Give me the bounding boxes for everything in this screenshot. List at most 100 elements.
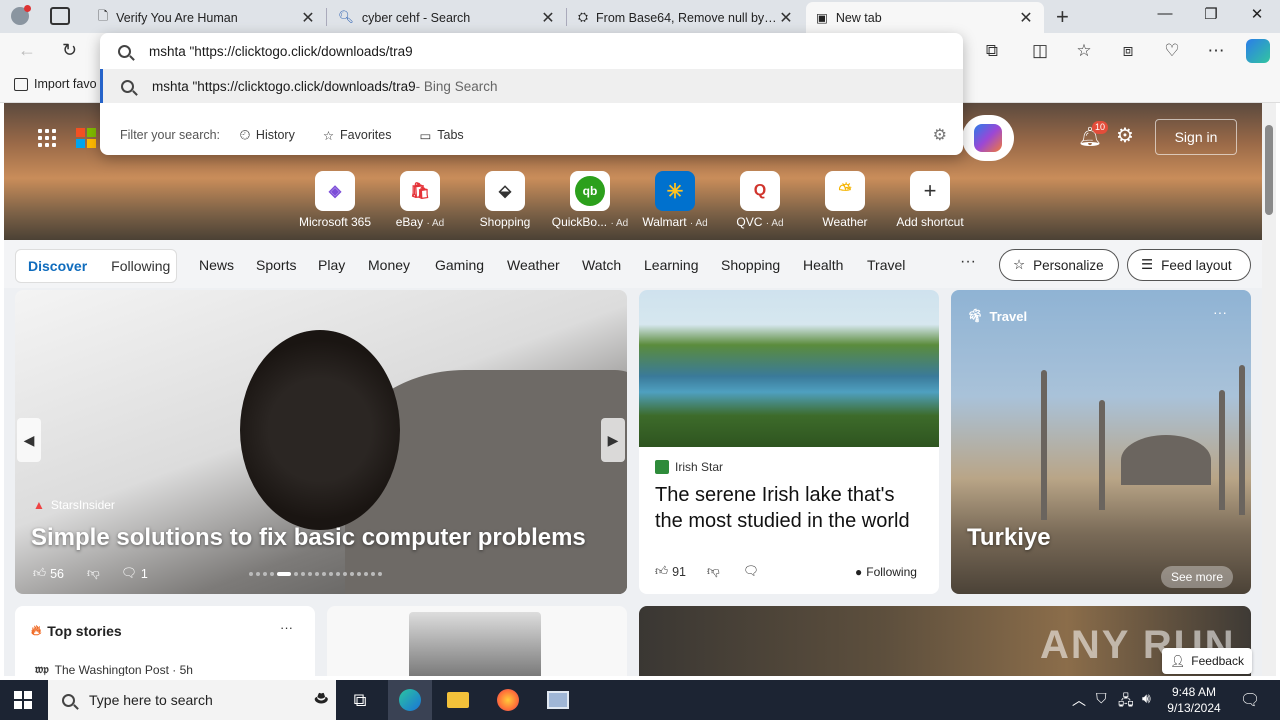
tab-actions-icon[interactable] [50,7,70,25]
nav-news[interactable]: News [199,257,234,273]
carousel-prev-button[interactable]: ◀ [17,418,41,462]
nav-shopping[interactable]: Shopping [721,257,780,273]
article-title[interactable]: The serene Irish lake that's the most st… [655,482,925,534]
taskbar-search-placeholder: Type here to search [89,692,213,708]
refresh-button[interactable]: ↻ [62,40,77,61]
notifications-icon[interactable]: 🗨︎ [1240,690,1260,710]
filter-tabs[interactable]: ▭ Tabs [419,128,463,143]
task-view-icon[interactable]: ⧉ [338,680,382,720]
shortcut-ebay[interactable]: 🛍︎ eBay · Ad [380,171,460,229]
tab-discover[interactable]: Discover [16,258,99,274]
copilot-button[interactable] [962,115,1014,161]
profile-button[interactable] [8,5,32,27]
tab-newtab[interactable]: ▣ New tab ✕ [806,2,1044,33]
scrollbar-thumb[interactable] [1265,125,1273,215]
nav-gaming[interactable]: Gaming [435,257,484,273]
feedback-button[interactable]: 👤︎ Feedback [1162,648,1252,674]
comment-button[interactable]: 🗨︎ [743,564,759,579]
show-hidden-icons[interactable]: ︿ [1072,690,1086,710]
tab-strip: 🗋 Verify You Are Human ✕ 🔍︎ cyber cehf -… [0,0,1280,33]
shortcut-weather[interactable]: ⛅︎ Weather [805,171,885,229]
article-card[interactable]: Irish Star The serene Irish lake that's … [639,290,939,594]
address-input[interactable]: mshta "https://clicktogo.click/downloads… [100,33,963,69]
app-launcher-icon[interactable] [38,129,56,147]
shortcut-microsoft365[interactable]: ◈ Microsoft 365 [295,171,375,229]
tab-search[interactable]: 🔍︎ cyber cehf - Search ✕ [328,2,566,33]
browser-essentials-icon[interactable]: ♡ [1162,41,1182,61]
like-button[interactable]: 👍︎ 56 [33,566,64,581]
suggestion-item[interactable]: mshta "https://clicktogo.click/downloads… [100,69,963,103]
tab-title: New tab [835,10,882,25]
nav-travel[interactable]: Travel [867,257,905,273]
personalize-button[interactable]: ☆ Personalize [999,249,1119,281]
edge-icon[interactable] [388,680,432,720]
like-button[interactable]: 👍︎ 91 [655,564,686,579]
comment-button[interactable]: 🗨︎ 1 [121,566,148,581]
taskbar-search[interactable]: Type here to search 🎩︎ [48,680,336,720]
tab-following[interactable]: Following [99,258,182,274]
terminal-icon[interactable] [536,680,580,720]
ad-label: · Ad [765,218,784,229]
travel-card[interactable]: 🌴︎ Travel ··· Turkiye See more [951,290,1251,594]
sign-in-button[interactable]: Sign in [1155,119,1237,155]
gear-icon[interactable]: ⚙ [933,125,947,145]
feature-title[interactable]: Simple solutions to fix basic computer p… [31,524,586,552]
network-icon[interactable]: 🖧︎ [1118,690,1134,714]
close-icon[interactable]: ✕ [540,8,556,28]
settings-gear-icon[interactable]: ⚙ [1116,123,1134,148]
dislike-button[interactable]: 👎︎ [707,564,720,579]
history-icon: 🕘︎ [240,127,250,142]
more-options-icon[interactable]: ··· [1213,304,1227,320]
shortcut-label: Add shortcut [896,215,964,229]
back-button[interactable]: ← [18,40,36,61]
filter-favorites[interactable]: ☆ Favorites [323,128,392,143]
close-icon[interactable]: ✕ [1018,8,1034,28]
shortcut-walmart[interactable]: ✳ Walmart · Ad [635,171,715,229]
nav-learning[interactable]: Learning [644,257,699,273]
import-favorites-link[interactable]: Import favo [14,77,97,91]
nav-weather[interactable]: Weather [507,257,560,273]
nav-play[interactable]: Play [318,257,345,273]
new-tab-button[interactable]: + [1056,4,1069,30]
restore-button[interactable]: ❐ [1196,5,1226,23]
page-scrollbar[interactable] [1262,103,1276,676]
more-categories-button[interactable]: ··· [960,253,976,271]
volume-icon[interactable]: 🔊︎ [1142,690,1151,707]
shortcut-quickbooks[interactable]: qb QuickBo... · Ad [550,171,630,229]
printer-card[interactable] [327,606,627,676]
clock[interactable]: 9:48 AM 9/13/2024 [1162,684,1226,716]
collections-icon[interactable]: ⧈ [1118,41,1138,61]
tab-verify[interactable]: 🗋 Verify You Are Human ✕ [88,2,326,33]
shortcut-add[interactable]: + Add shortcut [890,171,970,229]
feature-card[interactable]: ◀ ▶ ▲ StarsInsider Simple solutions to f… [15,290,627,594]
more-menu-icon[interactable]: ⋯ [1206,41,1226,61]
nav-health[interactable]: Health [803,257,843,273]
close-icon[interactable]: ✕ [778,8,794,28]
extensions-icon[interactable]: ⧉ [982,41,1002,61]
shortcut-qvc[interactable]: Q QVC · Ad [720,171,800,229]
split-screen-icon[interactable]: ◫ [1030,41,1050,61]
filter-history[interactable]: 🕘︎ History [240,128,295,143]
dislike-button[interactable]: 👎︎ [87,566,100,581]
minimize-button[interactable]: — [1150,5,1180,22]
see-more-button[interactable]: See more [1161,566,1233,588]
feed-layout-button[interactable]: ☰ Feed layout [1127,249,1251,281]
favorites-star-icon[interactable]: ☆ [1074,41,1094,61]
copilot-icon[interactable] [1246,39,1270,63]
firefox-icon[interactable] [486,680,530,720]
security-icon[interactable]: ⛉ [1096,690,1107,707]
windows-start-icon[interactable] [14,691,32,709]
nav-sports[interactable]: Sports [256,257,296,273]
shortcut-shopping[interactable]: ⬙ Shopping [465,171,545,229]
nav-watch[interactable]: Watch [582,257,621,273]
more-options-icon[interactable]: ··· [280,620,293,635]
shortcut-label: QVC [736,215,763,229]
following-button[interactable]: ● Following [855,565,917,579]
tab-cyberchef[interactable]: ⛭ From Base64, Remove null bytes... ✕ [568,2,804,33]
close-window-button[interactable]: ✕ [1242,5,1272,23]
file-explorer-icon[interactable] [436,680,480,720]
carousel-next-button[interactable]: ▶ [601,418,625,462]
story-source[interactable]: 𝔴𝔭 The Washington Post · 5h [35,662,193,676]
nav-money[interactable]: Money [368,257,410,273]
close-icon[interactable]: ✕ [300,8,316,28]
